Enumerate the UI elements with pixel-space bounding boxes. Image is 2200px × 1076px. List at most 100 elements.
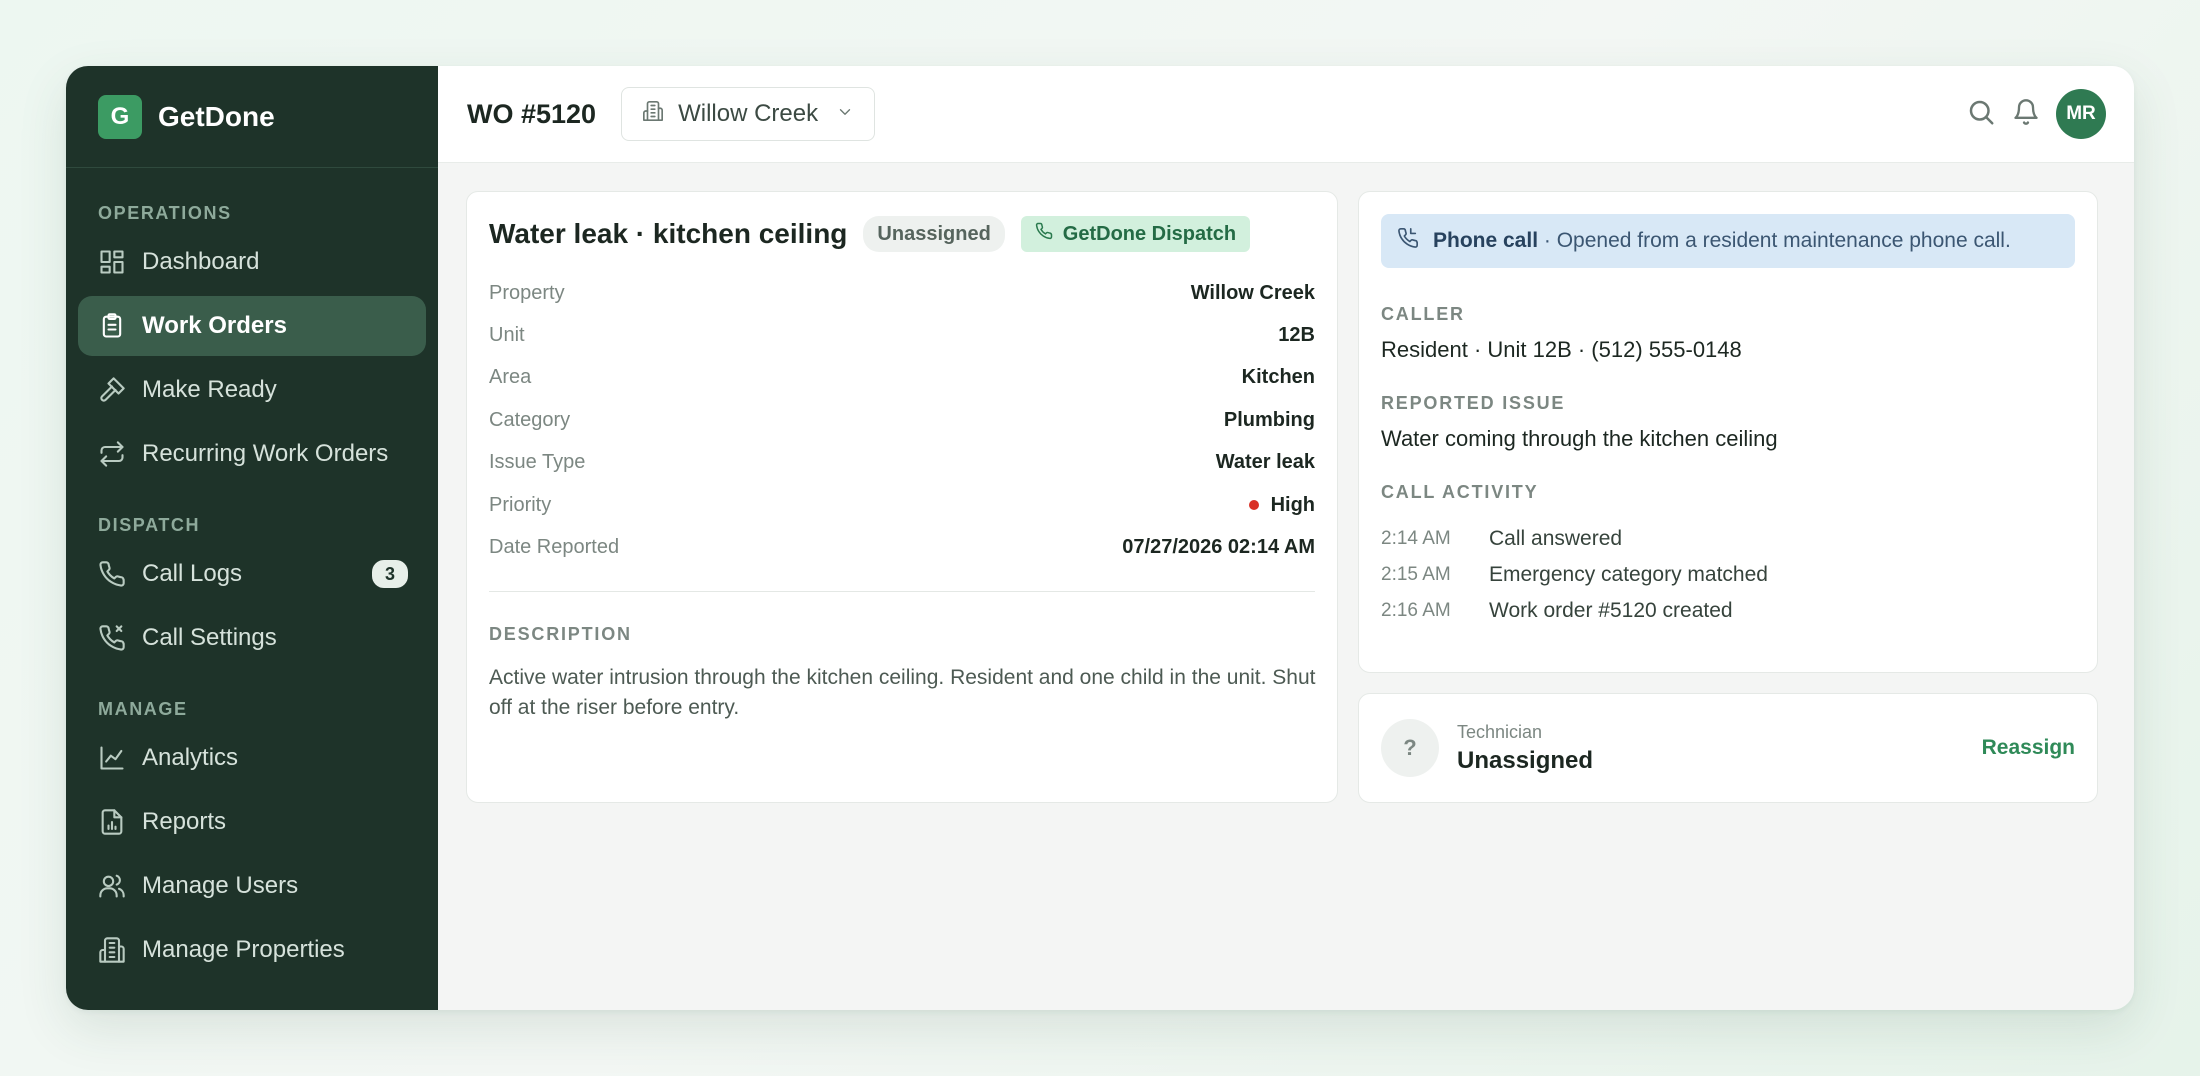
- sidebar-item-label: Call Logs: [142, 560, 243, 587]
- field-property: Property Willow Creek: [489, 272, 1315, 314]
- technician-avatar: ?: [1381, 719, 1439, 777]
- nav-heading: OPERATIONS: [98, 202, 232, 223]
- source-badge: GetDone Dispatch: [1020, 216, 1251, 252]
- field-list: Property Willow Creek Unit 12B Area Kitc…: [489, 272, 1315, 569]
- field-unit: Unit 12B: [489, 314, 1315, 356]
- sidebar-item-label: Analytics: [142, 744, 239, 771]
- sidebar-item-label: Reports: [142, 808, 227, 835]
- sidebar-item-label: Dashboard: [142, 248, 260, 275]
- field-label: Date Reported: [489, 536, 620, 559]
- app-window: G GetDone OPERATIONS Dashboard Work Orde…: [66, 66, 2134, 1010]
- technician-card: ? Technician Unassigned Reassign: [1358, 693, 2098, 803]
- field-category: Category Plumbing: [489, 399, 1315, 441]
- priority-dot-icon: [1248, 500, 1259, 511]
- banner-detail: · Opened from a resident maintenance pho…: [1538, 229, 2011, 252]
- activity-item: 2:16 AM Work order #5120 created: [1381, 593, 2075, 629]
- call-activity-section: CALL ACTIVITY 2:14 AM Call answered 2:15…: [1381, 482, 2075, 629]
- topbar: WO #5120 Willow Creek MR: [438, 66, 2134, 163]
- field-label: Area: [489, 366, 532, 389]
- call-logs-count-badge: 3: [372, 560, 408, 588]
- main-area: WO #5120 Willow Creek MR Water leak · ki…: [438, 66, 2134, 1010]
- building-icon: [98, 936, 126, 964]
- sidebar-item-recurring-work-orders[interactable]: Recurring Work Orders: [78, 424, 426, 484]
- field-date-reported: Date Reported 07/27/2026 02:14 AM: [489, 526, 1315, 568]
- sidebar-item-manage-users[interactable]: Manage Users: [78, 856, 426, 916]
- field-issue-type: Issue Type Water leak: [489, 442, 1315, 484]
- priority-value: High: [1248, 493, 1315, 517]
- building-icon: [642, 100, 664, 129]
- nav-section-manage: MANAGE Analytics Reports Manage Users Ma…: [66, 694, 438, 980]
- divider: [489, 590, 1315, 593]
- priority-label: High: [1270, 493, 1315, 516]
- chevron-down-icon: [836, 100, 854, 128]
- search-icon[interactable]: [1966, 97, 1996, 132]
- technician-name: Unassigned: [1457, 746, 1594, 774]
- nav-heading: MANAGE: [98, 698, 188, 719]
- sidebar-item-work-orders[interactable]: Work Orders: [78, 296, 426, 356]
- caller-value: Resident · Unit 12B · (512) 555-0148: [1381, 337, 1742, 362]
- status-badge: Unassigned: [863, 216, 1005, 252]
- reported-issue-section: REPORTED ISSUE Water coming through the …: [1381, 393, 2075, 452]
- banner-strong: Phone call: [1433, 229, 1539, 252]
- technician-info: Technician Unassigned: [1457, 722, 1593, 775]
- activity-time: 2:15 AM: [1381, 564, 1451, 585]
- field-value: 12B: [1278, 324, 1315, 347]
- activity-item: 2:14 AM Call answered: [1381, 521, 2075, 557]
- sidebar-item-label: Work Orders: [142, 312, 287, 339]
- sidebar-item-call-settings[interactable]: Call Settings: [78, 608, 426, 668]
- topbar-actions: MR: [1966, 89, 2106, 139]
- field-label: Category: [489, 408, 571, 431]
- sidebar-item-label: Call Settings: [142, 624, 277, 651]
- hammer-icon: [98, 376, 126, 404]
- details-header: Water leak · kitchen ceiling Unassigned …: [489, 214, 1315, 254]
- line-chart-icon: [98, 744, 126, 772]
- sidebar-item-reports[interactable]: Reports: [78, 792, 426, 852]
- reassign-button[interactable]: Reassign: [1982, 736, 2075, 760]
- brand-logo: G: [98, 94, 142, 139]
- sidebar-item-manage-properties[interactable]: Manage Properties: [78, 920, 426, 980]
- users-icon: [98, 872, 126, 900]
- phone-settings-icon: [98, 624, 126, 652]
- nav-section-operations: OPERATIONS Dashboard Work Orders Make Re…: [66, 198, 438, 484]
- activity-text: Call answered: [1489, 527, 1623, 550]
- field-value: Plumbing: [1223, 408, 1315, 431]
- property-select[interactable]: Willow Creek: [621, 87, 876, 141]
- phone-call-banner: Phone call · Opened from a resident main…: [1381, 214, 2075, 268]
- file-chart-icon: [98, 808, 126, 836]
- field-value: Willow Creek: [1190, 281, 1315, 304]
- field-label: Property: [489, 281, 565, 304]
- sidebar-item-label: Manage Properties: [142, 936, 345, 963]
- repeat-icon: [98, 440, 126, 468]
- sidebar-item-analytics[interactable]: Analytics: [78, 728, 426, 788]
- content: Water leak · kitchen ceiling Unassigned …: [438, 163, 2134, 1010]
- nav-section-dispatch: DISPATCH Call Logs 3 Call Settings: [66, 510, 438, 668]
- activity-time: 2:16 AM: [1381, 600, 1451, 621]
- description-text: Active water intrusion through the kitch…: [489, 666, 1316, 720]
- sidebar: G GetDone OPERATIONS Dashboard Work Orde…: [66, 66, 438, 1010]
- sidebar-item-call-logs[interactable]: Call Logs 3: [78, 544, 426, 604]
- bell-icon[interactable]: [2012, 98, 2040, 131]
- activity-list: 2:14 AM Call answered 2:15 AM Emergency …: [1381, 521, 2075, 629]
- field-label: Unit: [489, 324, 525, 347]
- technician-role: Technician: [1457, 721, 1543, 742]
- phone-icon: [1035, 222, 1063, 246]
- activity-text: Work order #5120 created: [1489, 599, 1733, 622]
- activity-time: 2:14 AM: [1381, 528, 1451, 549]
- dashboard-icon: [98, 248, 126, 276]
- sidebar-item-dashboard[interactable]: Dashboard: [78, 232, 426, 292]
- banner-text: Phone call · Opened from a resident main…: [1433, 229, 2011, 253]
- phone-incoming-icon: [1397, 227, 1433, 255]
- phone-icon: [98, 560, 126, 588]
- reported-issue-value: Water coming through the kitchen ceiling: [1381, 426, 1778, 451]
- call-activity-label: CALL ACTIVITY: [1381, 482, 1539, 502]
- brand[interactable]: G GetDone: [66, 66, 438, 168]
- field-label: Issue Type: [489, 451, 586, 474]
- reported-issue-label: REPORTED ISSUE: [1381, 393, 1566, 413]
- page-title: WO #5120: [467, 98, 597, 129]
- avatar[interactable]: MR: [2056, 89, 2106, 139]
- sidebar-item-make-ready[interactable]: Make Ready: [78, 360, 426, 420]
- nav-heading: DISPATCH: [98, 514, 201, 535]
- brand-name: GetDone: [158, 100, 275, 132]
- call-info-card: Phone call · Opened from a resident main…: [1358, 191, 2098, 673]
- property-select-value: Willow Creek: [678, 100, 819, 127]
